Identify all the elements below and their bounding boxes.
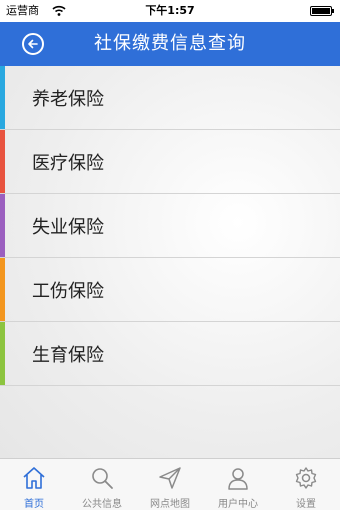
tab-label: 网点地图 xyxy=(150,499,190,510)
navigation-arrow-icon xyxy=(159,467,181,489)
list-item-label: 失业保险 xyxy=(32,216,104,238)
clock: 下午1:57 xyxy=(145,4,195,17)
navigation-bar: 社保缴费信息查询 xyxy=(0,22,340,66)
tab-label: 用户中心 xyxy=(218,499,258,510)
list-item-maternity[interactable]: 生育保险 xyxy=(0,322,340,386)
insurance-list: 养老保险 医疗保险 失业保险 工伤保险 生育保险 xyxy=(0,66,340,458)
tab-user-center[interactable]: 用户中心 xyxy=(204,459,272,510)
list-item-label: 医疗保险 xyxy=(32,152,104,174)
tab-home[interactable]: 首页 xyxy=(0,459,68,510)
gear-icon xyxy=(295,467,317,489)
list-item-unemployment[interactable]: 失业保险 xyxy=(0,194,340,258)
page-title: 社保缴费信息查询 xyxy=(94,33,246,54)
tab-label: 首页 xyxy=(24,499,44,510)
home-icon xyxy=(23,467,45,489)
accent-bar xyxy=(0,194,5,257)
tab-public-info[interactable]: 公共信息 xyxy=(68,459,136,510)
status-bar: 运营商 下午1:57 xyxy=(0,0,340,22)
user-icon xyxy=(228,468,248,490)
tab-label: 设置 xyxy=(296,499,316,510)
list-item-work-injury[interactable]: 工伤保险 xyxy=(0,258,340,322)
accent-bar xyxy=(0,322,5,385)
list-item-label: 生育保险 xyxy=(32,344,104,366)
tab-bar: 首页 公共信息 网点地图 用户中心 设置 xyxy=(0,458,340,510)
list-item-label: 工伤保险 xyxy=(32,280,104,302)
accent-bar xyxy=(0,258,5,321)
list-item-pension[interactable]: 养老保险 xyxy=(0,66,340,130)
tab-settings[interactable]: 设置 xyxy=(272,459,340,510)
battery-icon xyxy=(310,6,334,16)
list-item-medical[interactable]: 医疗保险 xyxy=(0,130,340,194)
accent-bar xyxy=(0,66,5,129)
app-screen: 运营商 下午1:57 社保缴费信息查询 养老保险 医疗保险 失业保险 工伤保险 … xyxy=(0,0,340,510)
accent-bar xyxy=(0,130,5,193)
tab-branch-map[interactable]: 网点地图 xyxy=(136,459,204,510)
search-icon xyxy=(92,468,113,489)
tab-label: 公共信息 xyxy=(82,499,122,510)
list-item-label: 养老保险 xyxy=(32,88,104,110)
